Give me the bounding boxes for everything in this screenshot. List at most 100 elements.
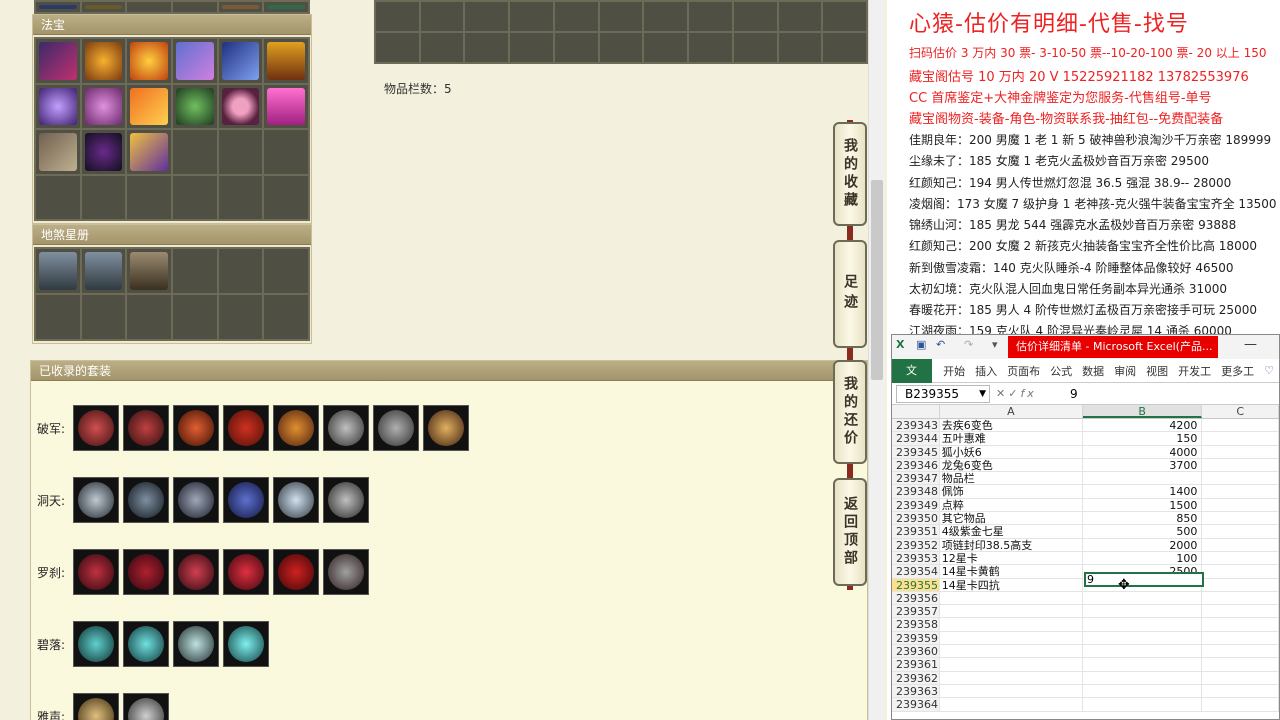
suit-item[interactable]: [223, 477, 269, 523]
cell-b[interactable]: 1400: [1083, 485, 1203, 498]
star-card-slot[interactable]: [263, 248, 309, 294]
active-cell-editor[interactable]: 9: [1084, 572, 1204, 587]
treasure-slot[interactable]: [263, 83, 309, 129]
treasure-slot[interactable]: [80, 38, 127, 84]
row-header[interactable]: 239358: [892, 618, 940, 631]
treasure-slot[interactable]: [80, 174, 127, 220]
row-header[interactable]: 239364: [892, 698, 940, 711]
cell-c[interactable]: [1202, 618, 1279, 631]
cell-a[interactable]: [940, 671, 1084, 684]
storage-slot[interactable]: [732, 32, 778, 63]
cell-a[interactable]: 项链封印38.5高支: [940, 538, 1084, 551]
treasure-slot[interactable]: [217, 129, 264, 175]
cell-c[interactable]: [1202, 512, 1279, 525]
cell-a[interactable]: [940, 631, 1084, 645]
row-header-selected[interactable]: 239355: [892, 578, 940, 591]
suit-item[interactable]: [273, 549, 319, 595]
suit-item[interactable]: [223, 621, 269, 667]
cell-b[interactable]: [1083, 472, 1203, 485]
star-card-slot[interactable]: [35, 248, 81, 294]
cell-a[interactable]: 14星卡黄鹤: [940, 565, 1084, 578]
cell-b[interactable]: [1083, 618, 1203, 631]
cell-b[interactable]: [1083, 591, 1203, 605]
treasure-slot[interactable]: [126, 38, 172, 84]
cell-c[interactable]: [1202, 458, 1279, 472]
suit-item[interactable]: [123, 405, 169, 451]
cell-b[interactable]: [1083, 605, 1203, 618]
cell-a[interactable]: [940, 645, 1084, 658]
cell-c[interactable]: [1202, 419, 1279, 432]
cell-b[interactable]: 100: [1083, 551, 1203, 565]
formula-buttons[interactable]: ✕✓fx: [990, 387, 1064, 400]
cell-a[interactable]: 去疾6变色: [940, 419, 1084, 432]
star-card-slot[interactable]: [35, 294, 81, 340]
cell-a[interactable]: [940, 698, 1084, 711]
row-header[interactable]: 239344: [892, 432, 940, 445]
row-header[interactable]: 239345: [892, 445, 940, 458]
item-slot[interactable]: [126, 1, 172, 13]
suit-item[interactable]: [73, 693, 119, 720]
storage-slot[interactable]: [553, 32, 599, 63]
storage-slot[interactable]: [598, 32, 644, 63]
treasure-slot[interactable]: [35, 83, 81, 129]
suit-item[interactable]: [173, 621, 219, 667]
tab-insert[interactable]: 插入: [970, 363, 1002, 379]
treasure-slot[interactable]: [35, 129, 81, 175]
storage-slot[interactable]: [553, 1, 599, 32]
tab-more[interactable]: 更多工: [1216, 363, 1259, 379]
storage-slot[interactable]: [375, 1, 420, 32]
cell-c[interactable]: [1202, 658, 1279, 671]
treasure-slot[interactable]: [263, 129, 309, 175]
star-card-slot[interactable]: [172, 248, 218, 294]
storage-slot[interactable]: [688, 32, 733, 63]
cell-a[interactable]: 12星卡: [940, 551, 1084, 565]
treasure-slot[interactable]: [263, 174, 309, 220]
cell-c[interactable]: [1202, 538, 1279, 551]
formula-input[interactable]: 9: [1064, 387, 1078, 401]
cell-b[interactable]: 4000: [1083, 445, 1203, 458]
ribbon-options-icon[interactable]: ♡: [1259, 364, 1279, 377]
star-card-slot[interactable]: [172, 294, 218, 340]
row-header[interactable]: 239347: [892, 472, 940, 485]
storage-slot[interactable]: [688, 1, 733, 32]
suit-item[interactable]: [323, 549, 369, 595]
treasure-slot[interactable]: [172, 83, 218, 129]
suit-item[interactable]: [73, 405, 119, 451]
tab-view[interactable]: 视图: [1141, 363, 1173, 379]
storage-slot[interactable]: [509, 32, 554, 63]
treasure-slot[interactable]: [172, 174, 218, 220]
cell-a[interactable]: [940, 684, 1084, 698]
tab-formulas[interactable]: 公式: [1045, 363, 1077, 379]
cell-b[interactable]: [1083, 698, 1203, 711]
star-card-slot[interactable]: [263, 294, 309, 340]
cell-a[interactable]: 14星卡四抗: [940, 578, 1084, 591]
row-header[interactable]: 239352: [892, 538, 940, 551]
suit-item[interactable]: [273, 477, 319, 523]
save-icon[interactable]: ▣: [916, 338, 926, 351]
customize-toolbar-icon[interactable]: ▾: [992, 338, 998, 351]
cell-c[interactable]: [1202, 551, 1279, 565]
storage-slot[interactable]: [419, 1, 465, 32]
cell-b[interactable]: 500: [1083, 525, 1203, 538]
suit-item[interactable]: [73, 477, 119, 523]
treasure-slot[interactable]: [217, 38, 264, 84]
row-header[interactable]: 239362: [892, 671, 940, 684]
storage-slot[interactable]: [732, 1, 778, 32]
storage-slot[interactable]: [643, 1, 689, 32]
item-slot[interactable]: [263, 1, 309, 13]
storage-slot[interactable]: [822, 1, 867, 32]
cell-a[interactable]: [940, 591, 1084, 605]
cell-b[interactable]: 3700: [1083, 458, 1203, 472]
star-card-slot[interactable]: [217, 294, 264, 340]
row-header[interactable]: 239350: [892, 512, 940, 525]
row-header[interactable]: 239361: [892, 658, 940, 671]
cell-c[interactable]: [1202, 485, 1279, 498]
cell-b[interactable]: [1083, 684, 1203, 698]
cell-a[interactable]: 龙兔6变色: [940, 458, 1084, 472]
item-slot[interactable]: [35, 1, 81, 13]
cell-b[interactable]: 850: [1083, 512, 1203, 525]
suit-item[interactable]: [223, 549, 269, 595]
cell-c[interactable]: [1202, 525, 1279, 538]
cell-b[interactable]: [1083, 645, 1203, 658]
column-header-b[interactable]: B: [1083, 405, 1203, 418]
